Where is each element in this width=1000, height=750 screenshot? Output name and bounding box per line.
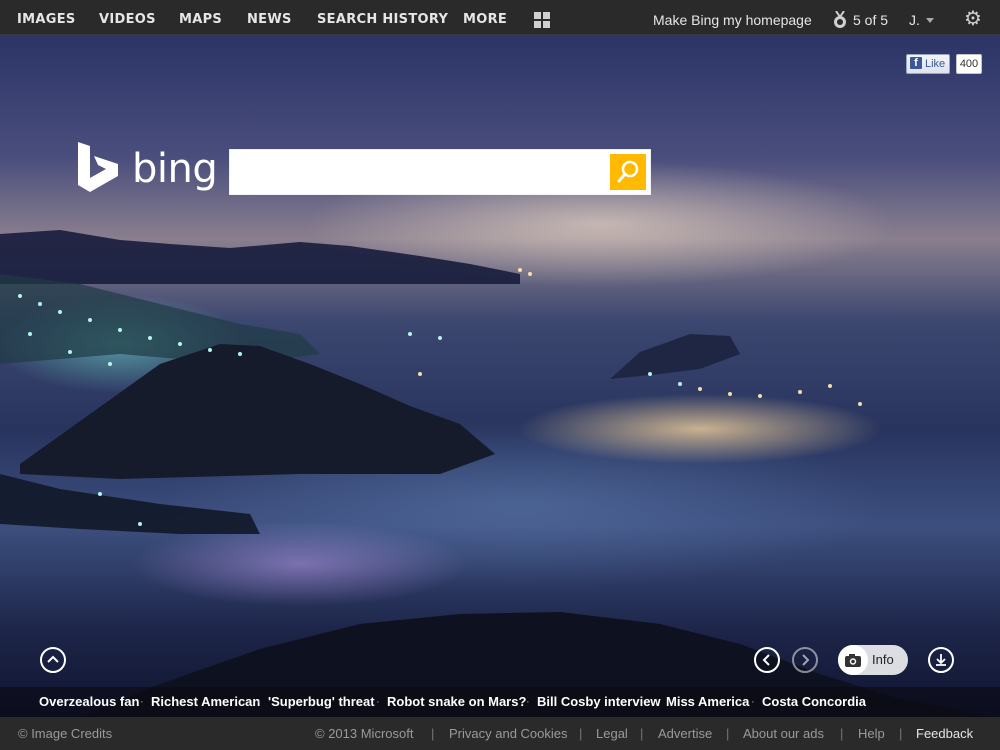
footer-separator: | [840, 726, 844, 741]
camera-icon [838, 645, 868, 675]
info-label: Info [872, 652, 894, 667]
rewards-medal-icon [834, 11, 846, 28]
footer-separator: | [640, 726, 644, 741]
footer-separator: | [579, 726, 583, 741]
bing-logo[interactable]: bing [78, 142, 218, 196]
footer-separator: | [431, 726, 435, 741]
news-separator: · [526, 696, 530, 708]
copyright-text: © 2013 Microsoft [315, 726, 414, 741]
news-separator: · [376, 696, 380, 708]
help-link[interactable]: Help [858, 717, 885, 750]
news-headline[interactable]: Richest American [151, 687, 260, 717]
news-separator: · [140, 696, 144, 708]
bing-logo-text: bing [132, 146, 218, 192]
search-icon [617, 160, 639, 183]
make-homepage-link[interactable]: Make Bing my homepage [653, 0, 812, 34]
news-headline[interactable]: Costa Concordia [762, 687, 866, 717]
chevron-left-icon [762, 654, 770, 666]
search-button[interactable] [610, 154, 646, 190]
apps-grid-icon[interactable] [534, 12, 550, 28]
background-image [0, 34, 1000, 717]
news-headlines-bar: Overzealous fan · Richest American · 'Su… [0, 687, 1000, 717]
news-separator: · [655, 696, 659, 708]
bing-b-icon [78, 142, 118, 192]
nav-search-history[interactable]: SEARCH HISTORY [317, 0, 448, 34]
nav-more[interactable]: MORE [463, 0, 507, 34]
chevron-up-icon [47, 655, 59, 663]
news-separator: · [257, 696, 261, 708]
news-headline[interactable]: Bill Cosby interview [537, 687, 661, 717]
image-info-button[interactable]: Info [838, 645, 908, 675]
news-headline[interactable]: 'Superbug' threat [268, 687, 375, 717]
rewards-status[interactable]: 5 of 5 [853, 0, 888, 34]
footer-separator: | [899, 726, 903, 741]
advertise-link[interactable]: Advertise [658, 717, 712, 750]
legal-link[interactable]: Legal [596, 717, 628, 750]
top-nav-bar: IMAGES VIDEOS MAPS NEWS SEARCH HISTORY M… [0, 0, 1000, 35]
download-image-button[interactable] [928, 647, 954, 673]
background-landscape [0, 230, 1000, 717]
nav-news[interactable]: NEWS [247, 0, 292, 34]
download-icon [936, 654, 946, 666]
facebook-like-button[interactable]: f Like [906, 54, 950, 74]
privacy-link[interactable]: Privacy and Cookies [449, 717, 568, 750]
news-headline[interactable]: Robot snake on Mars? [387, 687, 526, 717]
footer-separator: | [726, 726, 730, 741]
nav-images[interactable]: IMAGES [17, 0, 76, 34]
facebook-like-label: Like [925, 58, 946, 70]
feedback-link[interactable]: Feedback [916, 717, 973, 750]
news-headline[interactable]: Miss America [666, 687, 749, 717]
image-credits-link[interactable]: © Image Credits [18, 717, 112, 750]
chevron-right-icon [802, 654, 810, 666]
next-image-button[interactable] [792, 647, 818, 673]
search-box [230, 150, 650, 194]
news-headline[interactable]: Overzealous fan [39, 687, 139, 717]
about-ads-link[interactable]: About our ads [743, 717, 824, 750]
previous-image-button[interactable] [754, 647, 780, 673]
search-input[interactable] [234, 154, 608, 192]
settings-gear-icon[interactable]: ⚙ [964, 9, 982, 29]
scroll-up-button[interactable] [40, 647, 66, 673]
nav-videos[interactable]: VIDEOS [99, 0, 156, 34]
facebook-icon: f [910, 57, 922, 69]
news-separator: · [751, 696, 755, 708]
nav-maps[interactable]: MAPS [179, 0, 222, 34]
footer-bar: © Image Credits © 2013 Microsoft | Priva… [0, 717, 1000, 750]
facebook-like-count: 400 [956, 54, 982, 74]
chevron-down-icon[interactable] [926, 18, 934, 23]
user-name[interactable]: J. [909, 0, 920, 34]
